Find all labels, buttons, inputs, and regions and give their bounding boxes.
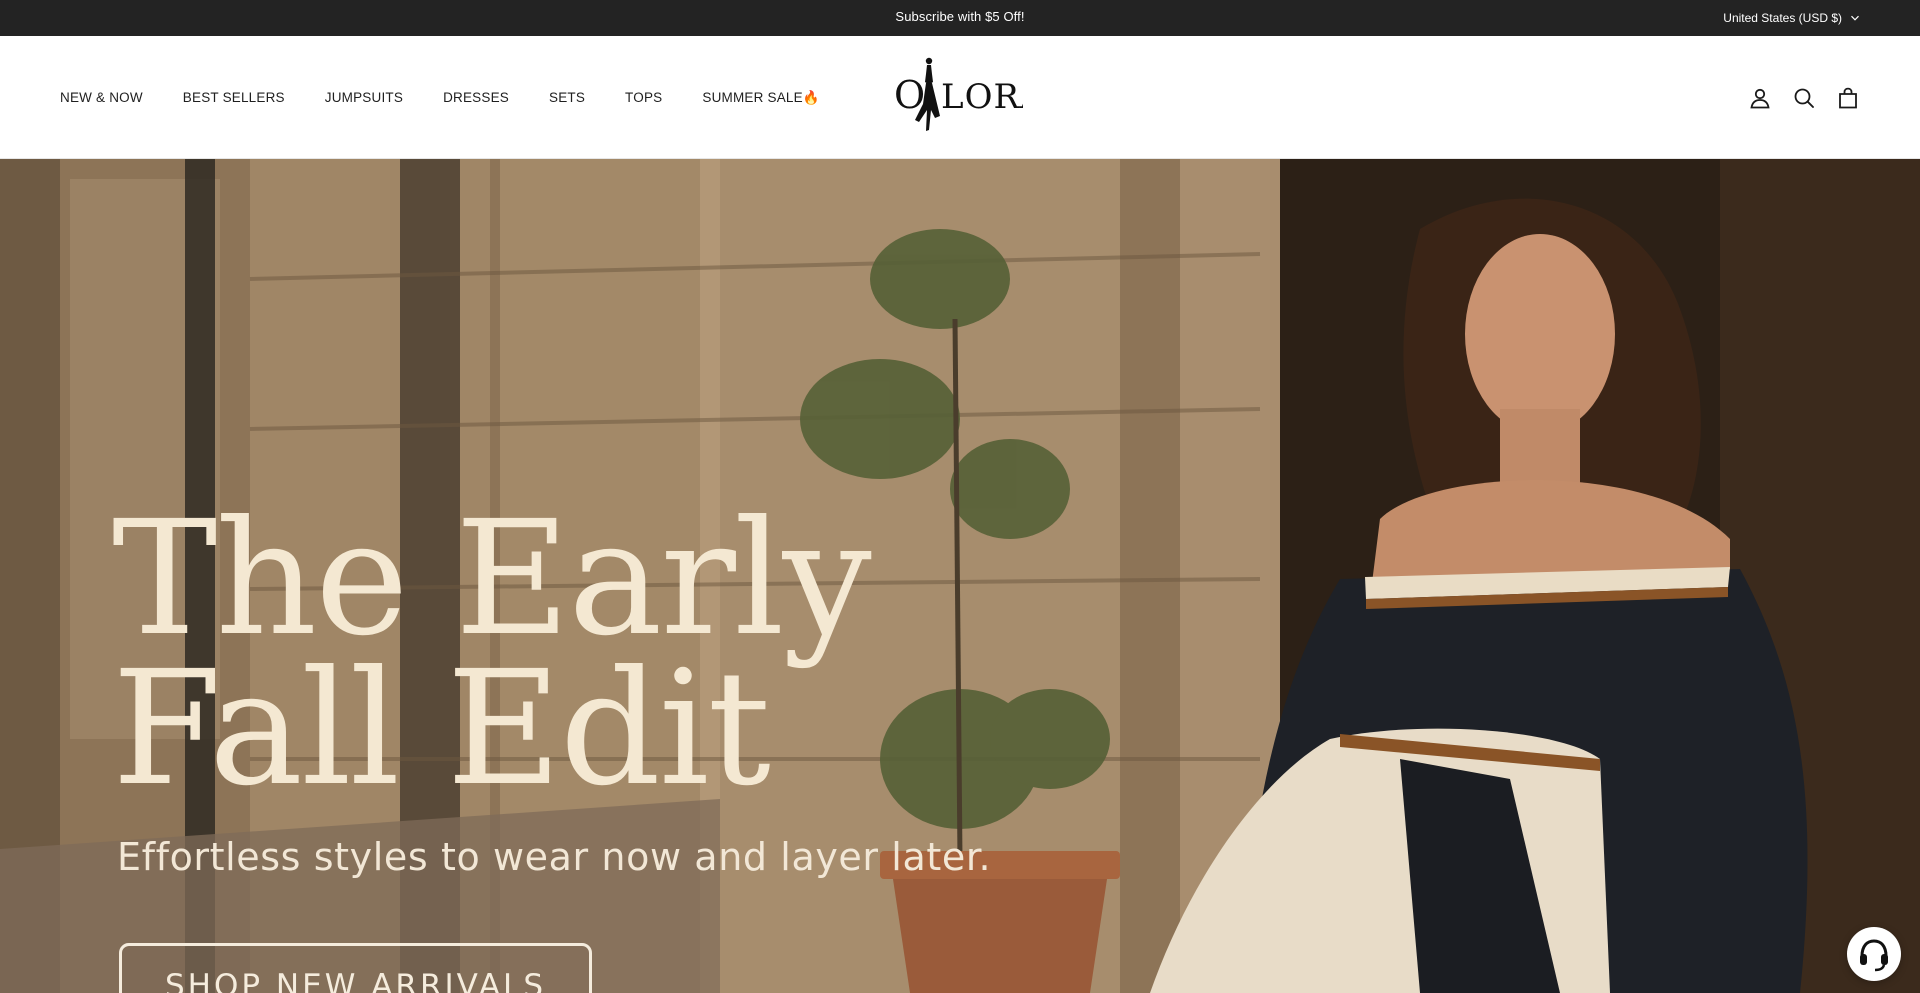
nav-item-jumpsuits[interactable]: JUMPSUITS xyxy=(325,90,403,105)
headset-icon xyxy=(1860,939,1888,972)
locale-label: United States (USD $) xyxy=(1723,11,1842,25)
account-icon[interactable] xyxy=(1748,86,1772,110)
logo-mark: O LORA xyxy=(894,57,1023,131)
cart-icon[interactable] xyxy=(1836,86,1860,110)
hero-title: The Early Fall Edit xyxy=(112,487,872,821)
hero-subtitle: Effortless styles to wear now and layer … xyxy=(117,835,992,879)
nav-item-tops[interactable]: TOPS xyxy=(625,90,662,105)
header-actions xyxy=(1748,36,1860,159)
nav-item-summer-sale[interactable]: SUMMER SALE🔥 xyxy=(702,90,819,106)
main-nav: NEW & NOW BEST SELLERS JUMPSUITS DRESSES… xyxy=(60,36,860,159)
search-icon[interactable] xyxy=(1792,86,1816,110)
locale-selector[interactable]: United States (USD $) xyxy=(1723,0,1860,36)
shop-new-arrivals-button[interactable]: SHOP NEW ARRIVALS xyxy=(119,943,592,993)
hero-title-line-1: The Early xyxy=(112,487,872,671)
nav-item-sets[interactable]: SETS xyxy=(549,90,585,105)
brand-logo[interactable]: O LORA xyxy=(893,52,1023,136)
announcement-bar: Subscribe with $5 Off! United States (US… xyxy=(0,0,1920,36)
site-header: NEW & NOW BEST SELLERS JUMPSUITS DRESSES… xyxy=(0,36,1920,159)
announcement-text[interactable]: Subscribe with $5 Off! xyxy=(0,0,1920,36)
nav-item-best-sellers[interactable]: BEST SELLERS xyxy=(183,90,285,105)
nav-item-dresses[interactable]: DRESSES xyxy=(443,90,509,105)
chat-support-button[interactable] xyxy=(1847,927,1901,981)
hero-title-line-2: Fall Edit xyxy=(112,637,771,821)
chevron-down-icon xyxy=(1851,15,1859,21)
hero-banner[interactable]: The Early Fall Edit Effortless styles to… xyxy=(0,159,1920,993)
logo-text-mark: LORA xyxy=(941,77,1023,117)
nav-item-new-now[interactable]: NEW & NOW xyxy=(60,90,143,105)
